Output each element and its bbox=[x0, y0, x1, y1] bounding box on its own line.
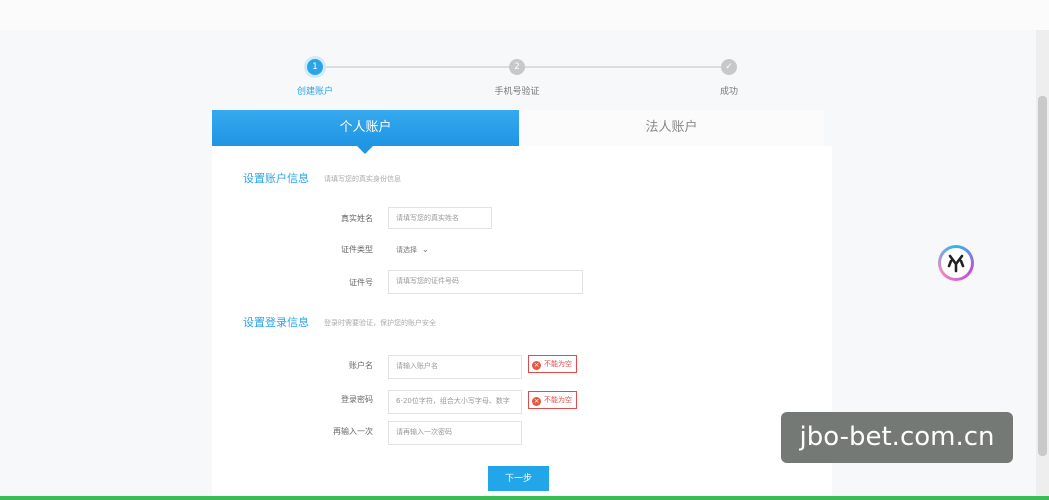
close-circle-icon: × bbox=[532, 397, 541, 406]
id-type-select[interactable]: 请选择 ⌄ bbox=[396, 245, 429, 255]
password-input[interactable]: 6-20位字符，组合大小写字母、数字 bbox=[388, 390, 522, 414]
scrollbar[interactable] bbox=[1036, 30, 1049, 496]
step-connector bbox=[324, 66, 510, 68]
step-3-check-icon: ✓ bbox=[721, 59, 737, 75]
step-connector bbox=[525, 66, 721, 68]
tab-personal-account[interactable]: 个人账户 bbox=[212, 110, 519, 146]
close-circle-icon: × bbox=[532, 361, 541, 370]
username-error: × 不能为空 bbox=[528, 355, 577, 373]
y-shaped-logo-icon[interactable] bbox=[938, 245, 974, 281]
id-number-label: 证件号 bbox=[349, 278, 373, 287]
username-label: 账户名 bbox=[349, 361, 373, 370]
y-glyph-icon bbox=[947, 254, 965, 273]
scrollbar-thumb[interactable] bbox=[1038, 96, 1047, 456]
tab-corporate-account[interactable]: 法人账户 bbox=[519, 110, 824, 146]
real-name-input[interactable]: 请填写您的真实姓名 bbox=[388, 207, 492, 229]
confirm-password-label: 再输入一次 bbox=[333, 427, 373, 436]
bottom-strip bbox=[0, 496, 1049, 500]
top-bar bbox=[0, 0, 1049, 30]
step-1-dot: 1 bbox=[307, 59, 323, 75]
login-section-hint: 登录时需要验证，保护您的账户安全 bbox=[324, 319, 436, 327]
password-error-text: 不能为空 bbox=[544, 396, 572, 404]
password-label: 登录密码 bbox=[341, 395, 373, 404]
password-error: × 不能为空 bbox=[528, 391, 577, 409]
step-2-dot: 2 bbox=[509, 59, 525, 75]
username-input[interactable]: 请输入账户名 bbox=[388, 355, 522, 379]
confirm-password-input[interactable]: 请再输入一次密码 bbox=[388, 421, 522, 445]
real-name-label: 真实姓名 bbox=[341, 214, 373, 223]
step-3-label: 成功 bbox=[719, 87, 739, 97]
watermark: jbo-bet.com.cn bbox=[781, 412, 1013, 463]
chevron-down-icon: ⌄ bbox=[422, 245, 429, 254]
username-error-text: 不能为空 bbox=[544, 360, 572, 368]
id-number-input[interactable]: 请填写您的证件号码 bbox=[388, 270, 583, 294]
step-1-label: 创建账户 bbox=[296, 87, 334, 97]
account-section-hint: 请填写您的真实身份信息 bbox=[324, 175, 401, 183]
login-section-title: 设置登录信息 bbox=[243, 316, 309, 329]
next-step-button[interactable]: 下一步 bbox=[488, 466, 549, 491]
id-type-value: 请选择 bbox=[396, 246, 417, 254]
active-tab-pointer bbox=[357, 146, 373, 154]
account-section-title: 设置账户信息 bbox=[243, 172, 309, 185]
id-type-label: 证件类型 bbox=[341, 245, 373, 254]
step-2-label: 手机号验证 bbox=[494, 87, 540, 97]
